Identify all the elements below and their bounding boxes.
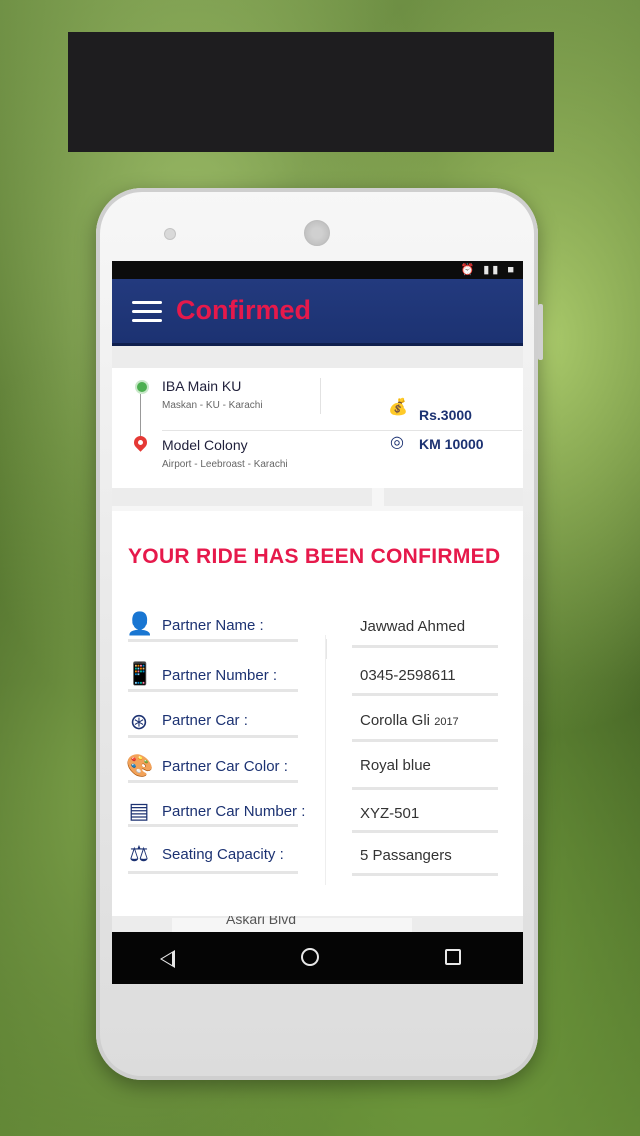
spray-paint-icon: 🎨 xyxy=(126,753,154,778)
column-divider xyxy=(325,635,326,885)
top-banner xyxy=(68,32,554,152)
route-card: IBA Main KU Maskan - KU - Karachi Model … xyxy=(112,368,523,488)
divider xyxy=(162,430,522,431)
front-camera xyxy=(164,228,176,240)
partner-car-label: Partner Car : xyxy=(162,712,248,729)
divider xyxy=(352,693,498,696)
phone-screen: ⏰ ▮▮ ■ Confirmed Askari Blvd IBA Main KU… xyxy=(112,261,523,984)
person-icon: 👤 xyxy=(126,611,154,636)
weight-icon: ⚖ xyxy=(129,841,149,866)
earpiece-speaker xyxy=(304,220,330,246)
dropoff-subtitle: Airport - Leebroast - Karachi xyxy=(162,459,288,470)
menu-icon[interactable] xyxy=(132,301,162,322)
partner-car-number-label: Partner Car Number : xyxy=(162,803,306,820)
car-model: Corolla Gli xyxy=(360,712,431,729)
pickup-pin-icon xyxy=(135,380,149,394)
status-bar: ⏰ ▮▮ ■ xyxy=(112,261,523,279)
partner-car-color-value: Royal blue xyxy=(360,757,431,774)
partner-car-number-value: XYZ-501 xyxy=(360,805,420,822)
dropoff-title: Model Colony xyxy=(162,437,248,453)
money-bag-icon: 💰 xyxy=(388,399,408,416)
partner-name-value: Jawwad Ahmed xyxy=(360,618,466,635)
android-nav-bar xyxy=(112,932,523,984)
home-icon[interactable] xyxy=(301,948,319,966)
divider xyxy=(128,639,298,642)
seating-capacity-value: 5 Passangers xyxy=(360,847,452,864)
status-icons: ⏰ ▮▮ ■ xyxy=(460,264,517,276)
divider xyxy=(128,871,298,874)
divider xyxy=(352,873,498,876)
confirmation-heading: YOUR RIDE HAS BEEN CONFIRMED xyxy=(128,545,501,568)
divider xyxy=(320,378,321,414)
pickup-title: IBA Main KU xyxy=(162,378,242,394)
divider xyxy=(128,780,298,783)
steering-wheel-icon: ⊛ xyxy=(129,709,149,734)
dropoff-pin-icon xyxy=(131,433,150,452)
phone-icon: 📱 xyxy=(126,661,154,686)
steering-wheel-icon: ◎ xyxy=(390,434,404,451)
divider xyxy=(128,735,298,738)
car-year: 2017 xyxy=(434,716,459,728)
recent-apps-icon[interactable] xyxy=(445,949,461,965)
divider xyxy=(128,689,298,692)
fare-value: Rs.3000 xyxy=(419,407,472,423)
divider xyxy=(352,787,498,790)
pickup-subtitle: Maskan - KU - Karachi xyxy=(162,400,263,411)
divider xyxy=(352,645,498,648)
partner-car-color-label: Partner Car Color : xyxy=(162,758,288,775)
app-bar: Confirmed xyxy=(112,279,523,346)
page-title: Confirmed xyxy=(176,295,311,325)
divider xyxy=(352,830,498,833)
license-plate-icon: ▤ xyxy=(128,798,150,823)
power-button xyxy=(538,304,543,360)
distance-value: KM 10000 xyxy=(419,436,484,452)
divider xyxy=(352,739,498,742)
partner-number-value: 0345-2598611 xyxy=(360,667,456,684)
partner-car-value: Corolla Gli 2017 xyxy=(360,712,459,729)
partner-number-label: Partner Number : xyxy=(162,667,278,684)
back-icon[interactable] xyxy=(160,950,175,968)
route-line xyxy=(140,394,141,440)
divider xyxy=(128,824,298,827)
partner-name-label: Partner Name : xyxy=(162,617,264,634)
seating-capacity-label: Seating Capacity : xyxy=(162,846,284,863)
